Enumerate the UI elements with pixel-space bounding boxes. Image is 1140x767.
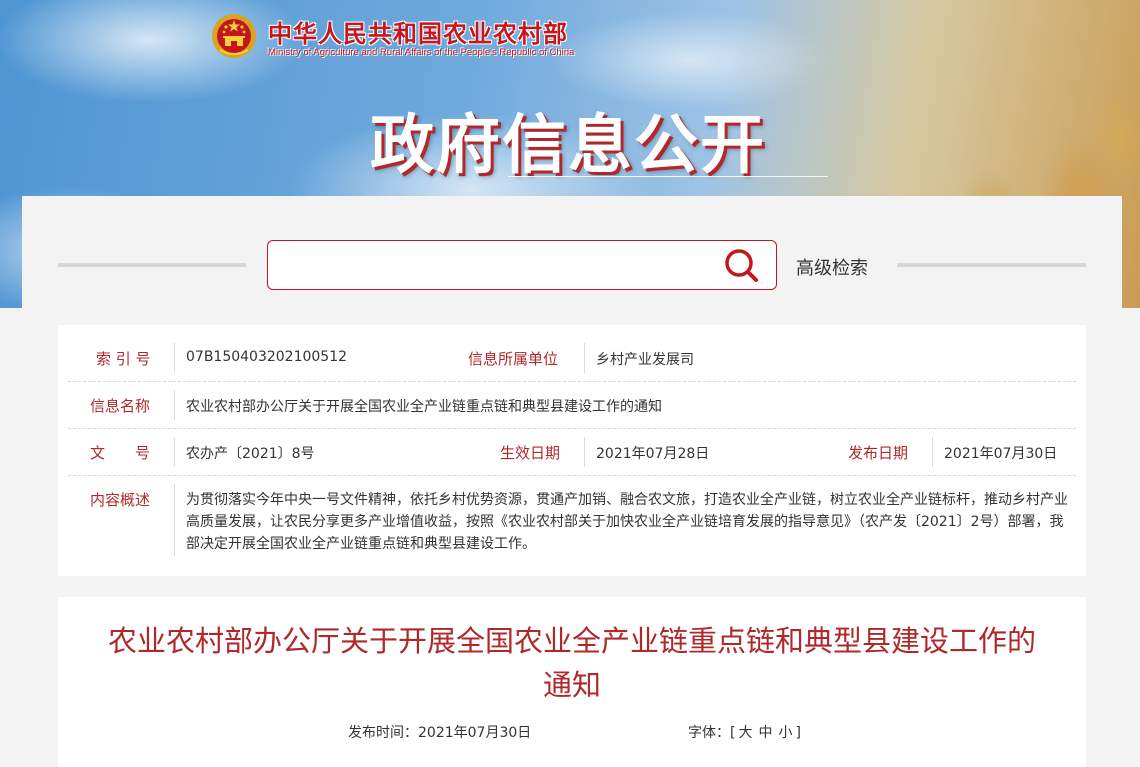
table-row: 信息名称 农业农村部办公厅关于开展全国农业全产业链重点链和典型县建设工作的通知 — [68, 382, 1076, 429]
name-value: 农业农村部办公厅关于开展全国农业全产业链重点链和典型县建设工作的通知 — [186, 399, 662, 415]
publish-time-label: 发布时间： — [348, 725, 418, 741]
title-underline — [508, 176, 828, 177]
unit-value: 乡村产业发展司 — [596, 352, 694, 368]
section-title: 政府信息公开 — [370, 109, 766, 183]
unit-label: 信息所属单位 — [468, 350, 559, 368]
publish-date-value: 2021年07月30日 — [944, 446, 1058, 462]
publish-date-label: 发布日期 — [848, 444, 909, 462]
search-deco-line-right — [897, 263, 1086, 267]
table-row: 索 引 号 07B150403202100512 信息所属单位 乡村产业发展司 — [68, 335, 1076, 382]
publish-time-value: 2021年07月30日 — [418, 725, 532, 741]
font-bracket-close: ] — [795, 725, 801, 741]
publish-time: 发布时间：2021年07月30日 — [348, 722, 531, 742]
doc-no-label: 文 号 — [90, 444, 151, 462]
table-row: 文 号 农办产〔2021〕8号 生效日期 2021年07月28日 发布日期 20… — [68, 429, 1076, 476]
font-size-label: 字体： — [688, 725, 730, 741]
index-label: 索 引 号 — [96, 350, 151, 368]
search-deco-line-left — [58, 263, 246, 267]
effective-date-value: 2021年07月28日 — [596, 446, 710, 462]
search-icon[interactable] — [722, 246, 762, 286]
summary-label: 内容概述 — [90, 491, 151, 509]
font-large-button[interactable]: 大 — [735, 725, 755, 741]
search-input[interactable] — [280, 249, 714, 283]
metadata-table: 索 引 号 07B150403202100512 信息所属单位 乡村产业发展司 … — [58, 325, 1086, 576]
article-title: 农业农村部办公厅关于开展全国农业全产业链重点链和典型县建设工作的通知 — [107, 624, 1036, 702]
effective-date-label: 生效日期 — [500, 444, 561, 462]
advanced-search-link[interactable]: 高级检索 — [796, 254, 868, 280]
doc-no-value: 农办产〔2021〕8号 — [186, 446, 315, 462]
name-label: 信息名称 — [90, 397, 151, 415]
font-small-button[interactable]: 小 — [775, 725, 795, 741]
search-box — [267, 240, 777, 290]
summary-value: 为贯彻落实今年中央一号文件精神，依托乡村优势资源，贯通产加销、融合农文旅，打造农… — [186, 492, 1068, 552]
article-card: 农业农村部办公厅关于开展全国农业全产业链重点链和典型县建设工作的通知 发布时间：… — [58, 597, 1086, 767]
font-medium-button[interactable]: 中 — [755, 725, 775, 741]
ministry-name-en[interactable]: Ministry of Agriculture and Rural Affair… — [268, 47, 574, 58]
national-emblem-icon — [212, 14, 256, 58]
ministry-name-cn[interactable]: 中华人民共和国农业农村部 — [268, 14, 568, 49]
index-value: 07B150403202100512 — [186, 349, 348, 365]
font-size-control: 字体：[大中小] — [688, 722, 801, 742]
